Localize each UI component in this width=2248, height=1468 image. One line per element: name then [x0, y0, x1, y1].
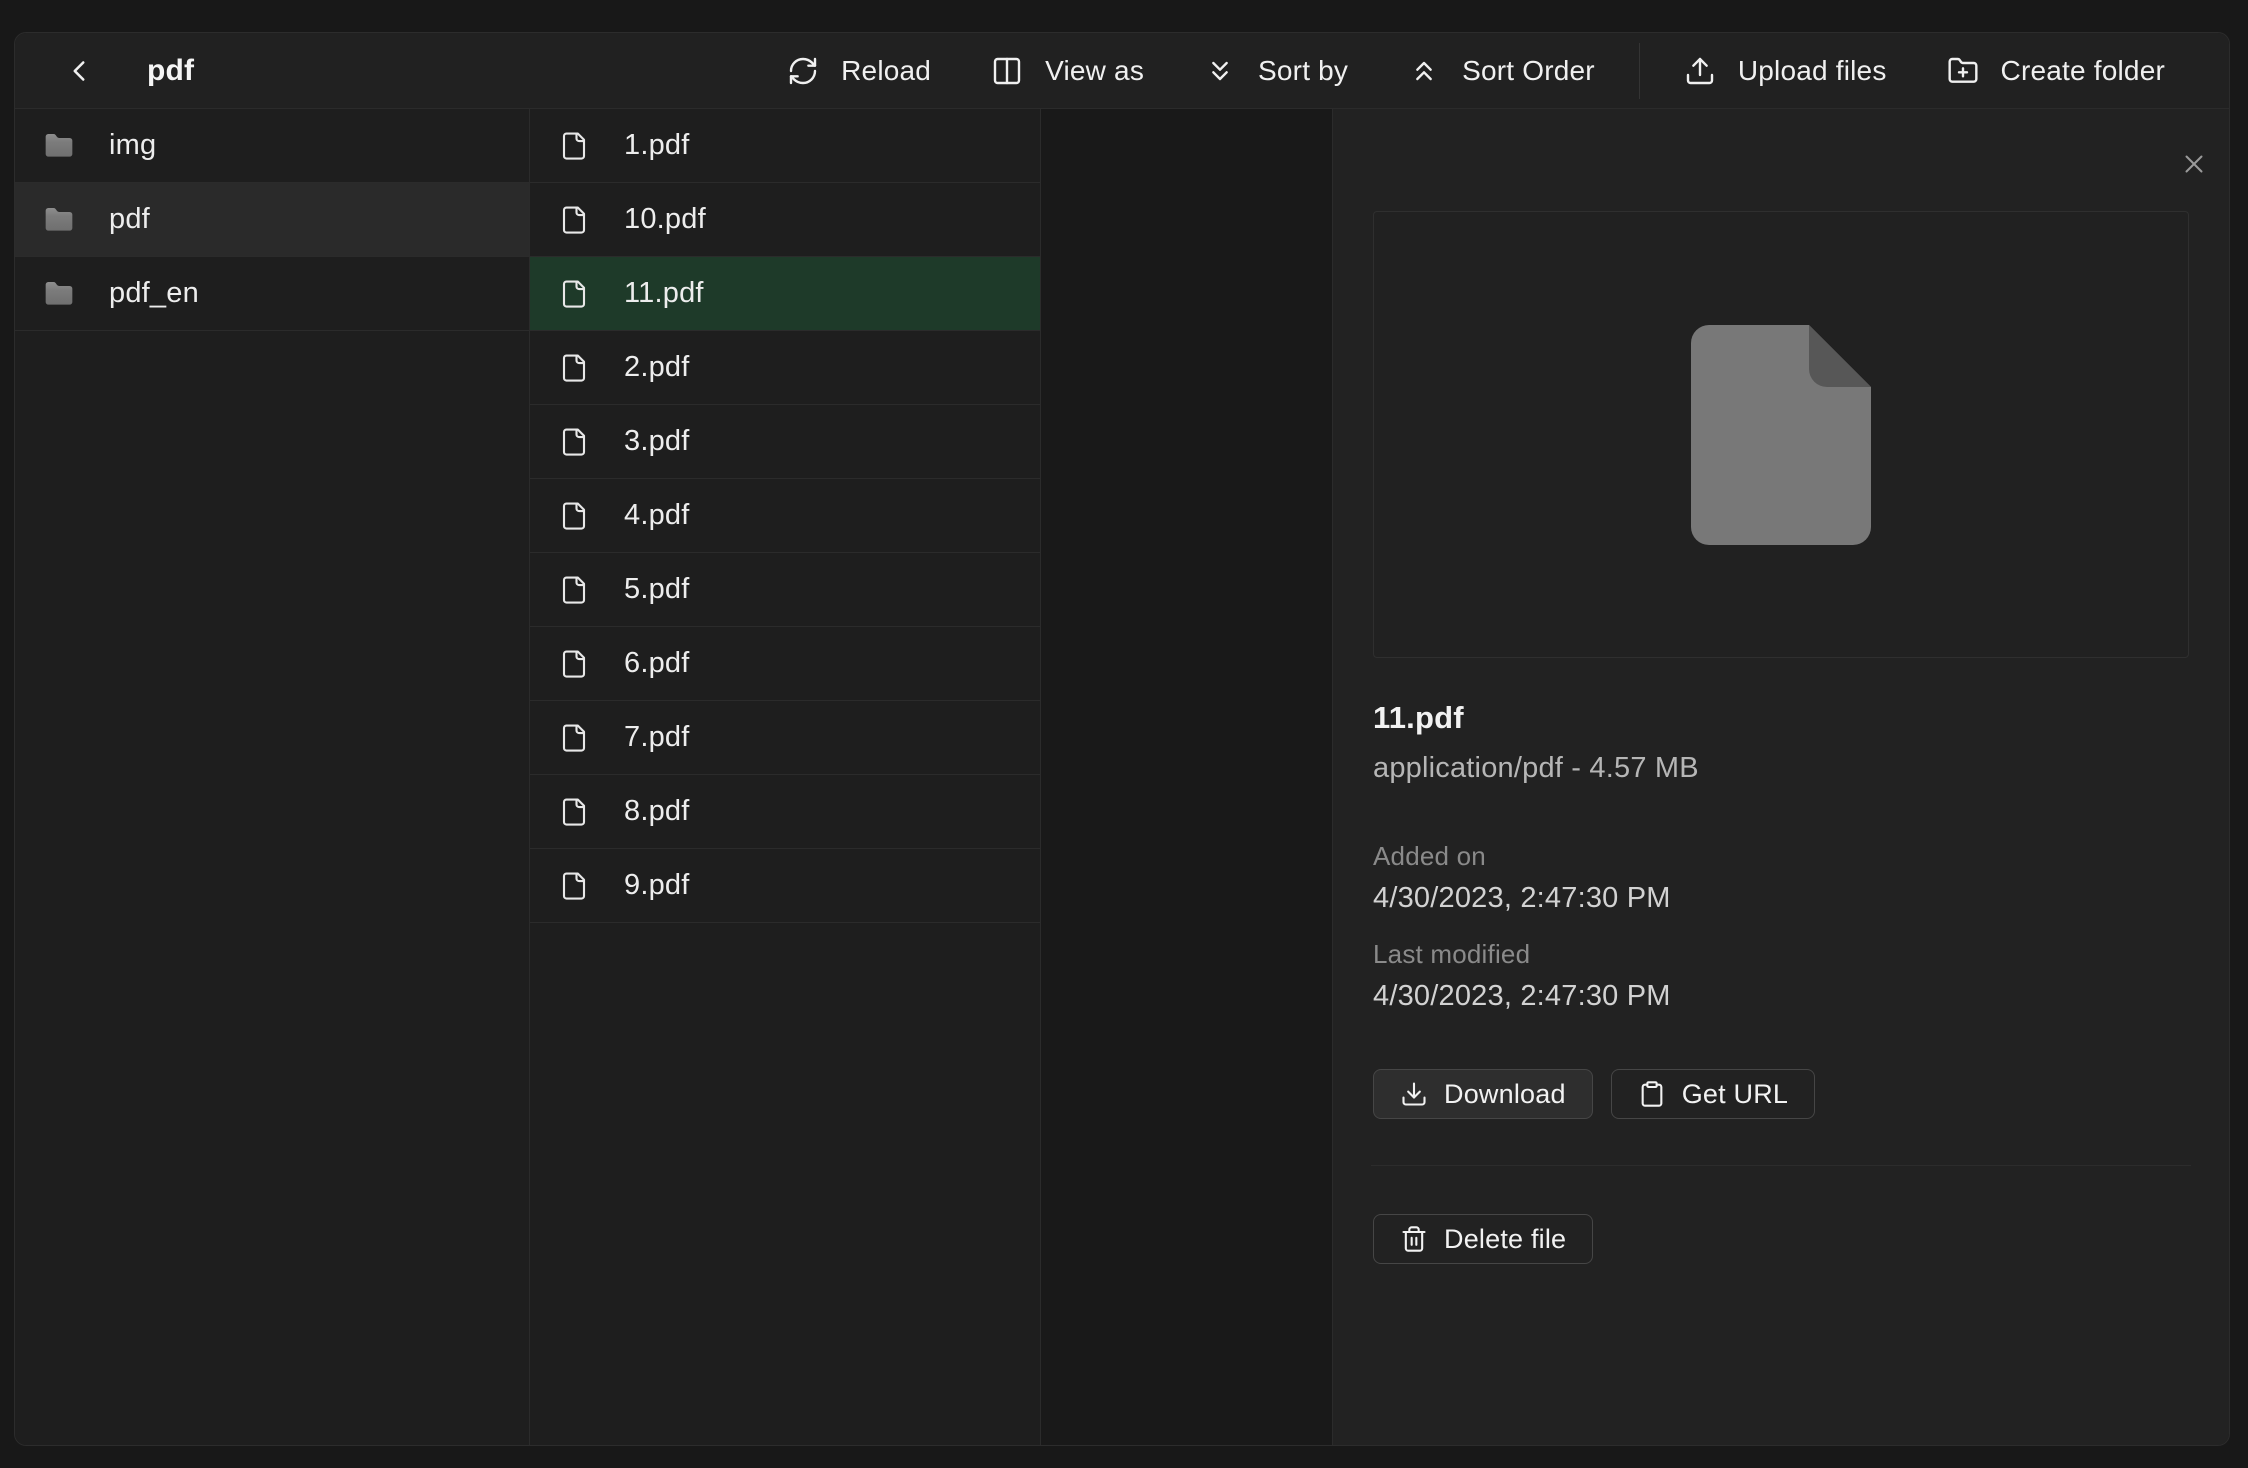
upload-icon: [1684, 55, 1716, 87]
columns-layout-icon: [991, 55, 1023, 87]
close-preview-button[interactable]: [2172, 142, 2216, 186]
file-icon: [554, 130, 594, 162]
file-name: 7.pdf: [624, 721, 690, 754]
preview-file-meta: application/pdf - 4.57 MB: [1373, 752, 2189, 785]
folder-name: img: [109, 129, 156, 162]
clipboard-icon: [1638, 1080, 1666, 1108]
file-icon: [554, 278, 594, 310]
folder-icon: [39, 204, 79, 236]
file-preview-thumbnail: [1373, 211, 2189, 658]
file-row-1.pdf[interactable]: 1.pdf: [530, 109, 1040, 183]
file-icon: [554, 648, 594, 680]
file-row-9.pdf[interactable]: 9.pdf: [530, 849, 1040, 923]
document-icon: [1691, 325, 1871, 545]
file-row-3.pdf[interactable]: 3.pdf: [530, 405, 1040, 479]
breadcrumb-title: pdf: [147, 54, 194, 88]
empty-column: [1041, 109, 1333, 1445]
sort-order-button[interactable]: Sort Order: [1378, 43, 1625, 99]
file-name: 8.pdf: [624, 795, 690, 828]
file-name: 1.pdf: [624, 129, 690, 162]
file-column: 1.pdf 10.pdf 11.pdf 2.pdf 3.pdf 4.pdf 5.…: [530, 109, 1041, 1445]
trash-icon: [1400, 1225, 1428, 1253]
explorer-columns: img pdf: [15, 109, 2229, 1445]
file-row-5.pdf[interactable]: 5.pdf: [530, 553, 1040, 627]
folder-icon: [39, 130, 79, 162]
close-icon: [2179, 149, 2209, 179]
preview-panel: 11.pdf application/pdf - 4.57 MB Added o…: [1333, 109, 2229, 1445]
file-row-2.pdf[interactable]: 2.pdf: [530, 331, 1040, 405]
file-name: 2.pdf: [624, 351, 690, 384]
delete-file-button[interactable]: Delete file: [1373, 1214, 1593, 1264]
sort-by-button[interactable]: Sort by: [1174, 43, 1378, 99]
get-url-label: Get URL: [1682, 1079, 1788, 1110]
sort-order-label: Sort Order: [1462, 55, 1595, 87]
folder-plus-icon: [1947, 55, 1979, 87]
folder-name: pdf_en: [109, 277, 199, 310]
preview-file-name: 11.pdf: [1373, 700, 2189, 736]
file-name: 6.pdf: [624, 647, 690, 680]
danger-actions: Delete file: [1373, 1214, 2189, 1264]
file-icon: [554, 352, 594, 384]
file-name: 3.pdf: [624, 425, 690, 458]
sort-by-label: Sort by: [1258, 55, 1348, 87]
refresh-icon: [787, 55, 819, 87]
toolbar-divider: [1639, 43, 1640, 99]
upload-files-label: Upload files: [1738, 55, 1887, 87]
view-as-button[interactable]: View as: [961, 43, 1174, 99]
added-on-label: Added on: [1373, 841, 2189, 872]
back-button[interactable]: [55, 47, 103, 95]
create-folder-label: Create folder: [2001, 55, 2165, 87]
upload-files-button[interactable]: Upload files: [1654, 43, 1917, 99]
storage-explorer-window: pdf Reload View as Sort by: [14, 32, 2230, 1446]
preview-actions: Download Get URL: [1373, 1069, 2189, 1119]
added-on-value: 4/30/2023, 2:47:30 PM: [1373, 882, 2189, 915]
reload-label: Reload: [841, 55, 931, 87]
download-icon: [1400, 1080, 1428, 1108]
folder-row-img[interactable]: img: [15, 109, 529, 183]
toolbar: pdf Reload View as Sort by: [15, 33, 2229, 109]
file-row-6.pdf[interactable]: 6.pdf: [530, 627, 1040, 701]
folder-row-pdf[interactable]: pdf: [15, 183, 529, 257]
last-modified-label: Last modified: [1373, 939, 2189, 970]
file-icon: [554, 204, 594, 236]
folder-icon: [39, 278, 79, 310]
chevrons-up-icon: [1408, 55, 1440, 87]
download-button[interactable]: Download: [1373, 1069, 1593, 1119]
file-icon: [554, 722, 594, 754]
reload-button[interactable]: Reload: [757, 43, 961, 99]
chevrons-down-icon: [1204, 55, 1236, 87]
file-name: 9.pdf: [624, 869, 690, 902]
panel-divider: [1371, 1165, 2191, 1166]
chevron-left-icon: [62, 54, 96, 88]
toolbar-actions: Reload View as Sort by Sort Order: [757, 43, 2195, 99]
file-name: 10.pdf: [624, 203, 706, 236]
file-name: 5.pdf: [624, 573, 690, 606]
delete-file-label: Delete file: [1444, 1224, 1566, 1255]
file-name: 11.pdf: [624, 277, 704, 310]
create-folder-button[interactable]: Create folder: [1917, 43, 2195, 99]
view-as-label: View as: [1045, 55, 1144, 87]
download-label: Download: [1444, 1079, 1566, 1110]
file-icon: [554, 574, 594, 606]
file-row-8.pdf[interactable]: 8.pdf: [530, 775, 1040, 849]
file-icon: [554, 870, 594, 902]
file-row-10.pdf[interactable]: 10.pdf: [530, 183, 1040, 257]
last-modified-value: 4/30/2023, 2:47:30 PM: [1373, 980, 2189, 1013]
get-url-button[interactable]: Get URL: [1611, 1069, 1815, 1119]
file-icon: [554, 500, 594, 532]
folder-row-pdf_en[interactable]: pdf_en: [15, 257, 529, 331]
file-icon: [554, 796, 594, 828]
file-icon: [554, 426, 594, 458]
file-row-4.pdf[interactable]: 4.pdf: [530, 479, 1040, 553]
file-row-11.pdf[interactable]: 11.pdf: [530, 257, 1040, 331]
file-name: 4.pdf: [624, 499, 690, 532]
folder-column: img pdf: [15, 109, 530, 1445]
folder-name: pdf: [109, 203, 150, 236]
file-row-7.pdf[interactable]: 7.pdf: [530, 701, 1040, 775]
